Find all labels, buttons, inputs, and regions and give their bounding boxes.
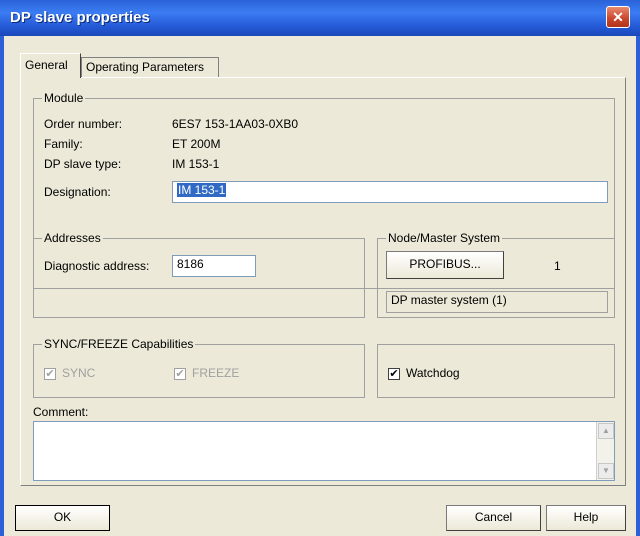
designation-label: Designation: [44, 185, 111, 199]
watchdog-label: Watchdog [406, 366, 460, 380]
window-frame-right [636, 36, 640, 536]
addresses-group-title: Addresses [42, 231, 103, 245]
tab-panel-general: Module Order number: 6ES7 153-1AA03-0XB0… [20, 77, 626, 486]
profibus-button[interactable]: PROFIBUS... [386, 251, 504, 279]
order-number-value: 6ES7 153-1AA03-0XB0 [172, 117, 299, 131]
title-bar[interactable]: DP slave properties ✕ [0, 0, 640, 36]
designation-value: IM 153-1 [177, 183, 227, 197]
freeze-checkbox[interactable]: ✔ [174, 368, 186, 380]
comment-label: Comment: [33, 405, 89, 419]
sync-checkbox[interactable]: ✔ [44, 368, 56, 380]
module-group-title: Module [42, 91, 86, 105]
diagnostic-address-input[interactable]: 8186 [172, 255, 256, 277]
designation-input[interactable]: IM 153-1 [172, 181, 608, 203]
sync-freeze-group: SYNC/FREEZE Capabilities ✔ SYNC ✔ FREEZE [33, 337, 365, 398]
comment-scrollbar[interactable]: ▲ ▼ [596, 422, 614, 480]
order-number-label: Order number: [44, 117, 123, 131]
dp-slave-type-label: DP slave type: [44, 157, 122, 171]
family-label: Family: [44, 137, 83, 151]
sync-freeze-group-title: SYNC/FREEZE Capabilities [42, 337, 196, 351]
scroll-up-icon[interactable]: ▲ [598, 423, 614, 439]
tab-operating-parameters[interactable]: Operating Parameters [81, 57, 219, 77]
comment-textarea[interactable] [33, 421, 615, 481]
dp-slave-type-value: IM 153-1 [172, 157, 220, 171]
cancel-button[interactable]: Cancel [446, 505, 541, 531]
ok-button[interactable]: OK [15, 505, 110, 531]
watchdog-group: ✔ Watchdog [377, 344, 615, 398]
addresses-group: Addresses Diagnostic address: 8186 [33, 231, 365, 318]
node-master-group-title: Node/Master System [386, 231, 503, 245]
node-number: 1 [554, 259, 561, 273]
window-title: DP slave properties [10, 9, 150, 26]
window-frame-left [0, 36, 4, 536]
help-button[interactable]: Help [546, 505, 626, 531]
node-master-group: Node/Master System PROFIBUS... 1 DP mast… [377, 231, 615, 318]
tab-general[interactable]: General [20, 53, 81, 78]
family-value: ET 200M [172, 137, 221, 151]
sync-label: SYNC [62, 366, 96, 380]
watchdog-checkbox[interactable]: ✔ [388, 368, 400, 380]
scroll-down-icon[interactable]: ▼ [598, 463, 614, 479]
close-icon[interactable]: ✕ [606, 6, 630, 28]
dialog-window: DP slave properties ✕ General Operating … [0, 0, 640, 536]
diagnostic-address-label: Diagnostic address: [44, 259, 150, 273]
freeze-label: FREEZE [192, 366, 240, 380]
master-system-field: DP master system (1) [386, 291, 608, 313]
